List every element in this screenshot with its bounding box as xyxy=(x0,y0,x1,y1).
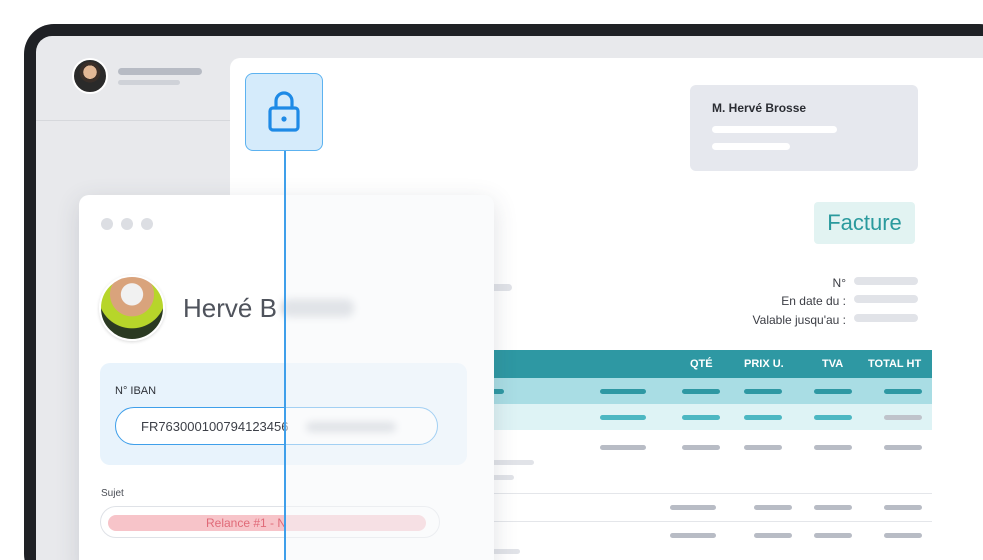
encrypted-blur-overlay xyxy=(286,195,494,560)
row-cell xyxy=(744,445,782,450)
subject-label: Sujet xyxy=(101,488,124,499)
lock-badge xyxy=(245,73,323,151)
totals-row xyxy=(492,494,932,520)
totals-cell xyxy=(754,533,792,538)
footer-placeholder xyxy=(492,549,520,554)
client-address-box: M. Hervé Brosse xyxy=(690,85,918,171)
row-cell xyxy=(682,389,720,394)
totals-cell xyxy=(670,533,716,538)
invoice-valid-until-label: Valable jusqu'au : xyxy=(752,313,846,327)
iban-value: FR763000100794123456 xyxy=(141,419,289,434)
column-header-qty: QTÉ xyxy=(690,358,713,370)
table-row xyxy=(492,404,932,430)
totals-cell xyxy=(884,533,922,538)
subject-value: Relance #1 - N xyxy=(206,516,287,530)
invoice-number-value xyxy=(854,277,918,285)
user-subtitle-placeholder xyxy=(118,80,180,85)
user-name-placeholder xyxy=(118,68,202,75)
client-name: M. Hervé Brosse xyxy=(712,101,807,115)
window-dot xyxy=(121,218,133,230)
notes-placeholder xyxy=(492,460,534,465)
row-cell xyxy=(682,445,720,450)
client-address-line-2 xyxy=(712,143,790,150)
row-cell xyxy=(600,389,646,394)
column-header-total: TOTAL HT xyxy=(868,358,922,370)
invoice-number-label: N° xyxy=(832,276,846,290)
row-cell xyxy=(814,389,852,394)
window-dot xyxy=(141,218,153,230)
totals-cell xyxy=(884,505,922,510)
sidebar-divider xyxy=(36,120,236,121)
document-type-badge: Facture xyxy=(814,202,915,244)
invoice-table-header: QTÉ PRIX U. TVA TOTAL HT xyxy=(492,350,932,378)
totals-row xyxy=(492,522,932,548)
row-cell xyxy=(744,389,782,394)
column-header-vat: TVA xyxy=(822,358,844,370)
recipient-name: Hervé B xyxy=(183,293,277,323)
row-cell xyxy=(600,415,646,420)
client-address-line-1 xyxy=(712,126,837,133)
row-cell xyxy=(744,415,782,420)
row-cell xyxy=(814,445,852,450)
row-cell xyxy=(682,415,720,420)
recipient-avatar xyxy=(99,275,165,341)
window-dots-icon xyxy=(101,218,113,230)
row-cell xyxy=(884,445,922,450)
totals-cell xyxy=(754,505,792,510)
iban-label: N° IBAN xyxy=(115,385,157,397)
table-row xyxy=(492,378,932,404)
user-avatar[interactable] xyxy=(72,58,108,94)
invoice-date-value xyxy=(854,295,918,303)
row-cell xyxy=(814,415,852,420)
totals-cell xyxy=(814,533,852,538)
lock-icon xyxy=(268,91,300,132)
invoice-valid-until-value xyxy=(854,314,918,322)
encryption-divider-line xyxy=(284,151,286,560)
row-cell xyxy=(884,389,922,394)
row-cell xyxy=(600,445,646,450)
notes-placeholder xyxy=(492,475,514,480)
invoice-date-label: En date du : xyxy=(781,294,846,308)
table-row xyxy=(492,434,932,460)
reminder-email-card: Hervé B N° IBAN FR763000100794123456 Suj… xyxy=(79,195,494,560)
totals-cell xyxy=(670,505,716,510)
column-header-unit-price: PRIX U. xyxy=(744,358,784,370)
row-cell xyxy=(884,415,922,420)
totals-cell xyxy=(814,505,852,510)
